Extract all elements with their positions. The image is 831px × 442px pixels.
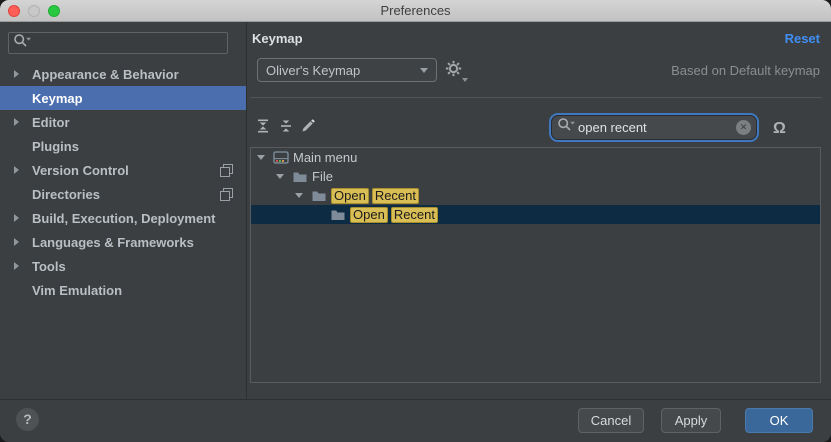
sidebar-item-label: Tools (32, 259, 66, 274)
reset-link[interactable]: Reset (785, 31, 820, 46)
sidebar-item-vim-emulation[interactable]: Vim Emulation (0, 278, 246, 302)
shortcut-search-input[interactable] (576, 119, 736, 136)
keymap-select-value: Oliver's Keymap (266, 63, 420, 78)
expand-all-icon[interactable] (255, 118, 271, 134)
tree-label: Main menu (293, 150, 357, 165)
sidebar-item-label: Languages & Frameworks (32, 235, 194, 250)
folder-icon (330, 207, 346, 223)
folder-icon (292, 169, 308, 185)
sidebar-item-editor[interactable]: Editor (0, 110, 246, 134)
shortcut-search-box[interactable]: ✕ (551, 115, 757, 140)
expand-arrow-icon[interactable] (14, 262, 19, 270)
expand-arrow-icon[interactable] (14, 238, 19, 246)
sidebar-item-tools[interactable]: Tools (0, 254, 246, 278)
per-project-icon (220, 164, 233, 177)
keymap-options-button[interactable] (445, 60, 467, 82)
keymap-select[interactable]: Oliver's Keymap (257, 58, 437, 82)
match-highlight: Recent (391, 207, 438, 223)
sidebar-item-label: Directories (32, 187, 100, 202)
tree-label: File (312, 169, 333, 184)
settings-sidebar: Appearance & Behavior Keymap Editor Plugins… (0, 22, 247, 399)
clear-icon[interactable]: ✕ (736, 120, 751, 135)
tree-row[interactable]: OpenRecent (251, 186, 820, 205)
settings-category-list: Appearance & Behavior Keymap Editor Plugins… (0, 62, 246, 302)
tree-row[interactable]: File (251, 167, 820, 186)
settings-search-box[interactable] (8, 32, 228, 54)
sidebar-item-label: Build, Execution, Deployment (32, 211, 215, 226)
match-highlight: Open (350, 207, 388, 223)
expand-arrow-icon[interactable] (14, 118, 19, 126)
keymap-settings-panel: Keymap Reset Oliver's Keymap Based on De… (248, 22, 831, 399)
expand-arrow-icon[interactable] (14, 214, 19, 222)
page-title: Keymap (252, 31, 303, 46)
match-highlight: Recent (372, 188, 419, 204)
titlebar[interactable]: Preferences (0, 0, 831, 22)
settings-search-input[interactable] (32, 35, 223, 52)
main-menu-icon (273, 150, 289, 166)
sidebar-item-keymap[interactable]: Keymap (0, 86, 246, 110)
folder-icon (311, 188, 327, 204)
ok-button[interactable]: OK (745, 408, 813, 433)
actions-tree: Main menuFileOpenRecentOpenRecent (250, 147, 821, 383)
apply-button[interactable]: Apply (661, 408, 721, 433)
preferences-window: Preferences Appearance & Behavior Keymap E… (0, 0, 831, 442)
tree-row[interactable]: Main menu (251, 148, 820, 167)
expand-arrow-icon[interactable] (14, 70, 19, 78)
gear-icon (445, 60, 462, 77)
sidebar-item-label: Appearance & Behavior (32, 67, 179, 82)
sidebar-item-appearance-behavior[interactable]: Appearance & Behavior (0, 62, 246, 86)
header-separator (250, 97, 822, 98)
expand-arrow-icon[interactable] (14, 166, 19, 174)
sidebar-item-plugins[interactable]: Plugins (0, 134, 246, 158)
cancel-button[interactable]: Cancel (578, 408, 644, 433)
chevron-down-icon (420, 68, 428, 73)
sidebar-item-label: Plugins (32, 139, 79, 154)
sidebar-item-build-execution-deployment[interactable]: Build, Execution, Deployment (0, 206, 246, 230)
sidebar-item-directories[interactable]: Directories (0, 182, 246, 206)
per-project-icon (220, 188, 233, 201)
help-button[interactable]: ? (16, 408, 39, 431)
match-highlight: Open (331, 188, 369, 204)
based-on-label: Based on Default keymap (671, 63, 820, 78)
edit-icon[interactable] (300, 118, 316, 134)
chevron-down-icon (462, 78, 468, 82)
collapse-arrow-icon[interactable] (295, 193, 303, 198)
collapse-arrow-icon[interactable] (276, 174, 284, 179)
sidebar-item-label: Vim Emulation (32, 283, 122, 298)
sidebar-item-label: Version Control (32, 163, 129, 178)
sidebar-item-languages-frameworks[interactable]: Languages & Frameworks (0, 230, 246, 254)
sidebar-item-version-control[interactable]: Version Control (0, 158, 246, 182)
collapse-arrow-icon[interactable] (257, 155, 265, 160)
collapse-all-icon[interactable] (278, 118, 294, 134)
search-icon (557, 117, 576, 138)
find-by-shortcut-icon[interactable]: Ω (773, 120, 786, 138)
window-title: Preferences (0, 3, 831, 18)
dialog-footer: ? Cancel Apply OK (0, 399, 831, 442)
sidebar-item-label: Keymap (32, 91, 83, 106)
sidebar-item-label: Editor (32, 115, 70, 130)
tree-row[interactable]: OpenRecent (251, 205, 820, 224)
search-icon (13, 33, 32, 54)
